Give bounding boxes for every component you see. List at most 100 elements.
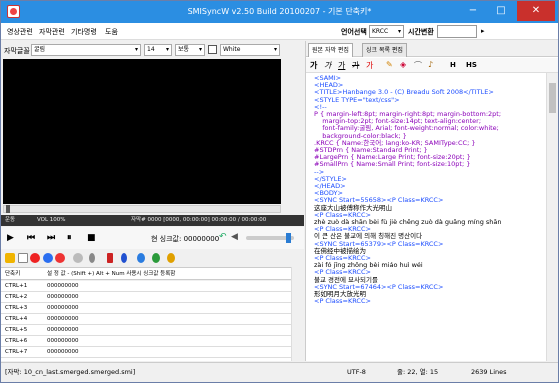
title-bar[interactable]: SMISyncW v2.50 Build 20100207 - 기본 단축키* … [1,1,558,23]
row-value: 000000000 [47,294,79,300]
table-row[interactable]: CTRL+1 000000000 [1,281,291,292]
row-value: 000000000 [47,316,79,322]
stop-icon[interactable]: ■ [87,233,96,243]
menu-subtitle[interactable]: 자막관련 [39,27,65,37]
underline-button[interactable]: 가 [338,60,345,71]
forward-icon[interactable]: ⏭ [47,233,55,243]
color-checkbox[interactable] [208,45,217,54]
checkbox-icon[interactable] [18,253,28,263]
editor-scrollbar[interactable] [546,73,558,361]
tab-source-edit[interactable]: 원본 자막 편집 [308,43,353,57]
table-row[interactable]: CTRL+3 000000000 [1,303,291,314]
editor-scroll-thumb[interactable] [549,83,556,113]
table-row[interactable]: CTRL+7 000000000 [1,347,291,358]
row-value: 000000000 [47,349,79,355]
chevron-down-icon: ▾ [273,46,277,53]
volume-handle[interactable] [286,233,291,243]
diamond-red-icon[interactable] [107,253,113,263]
table-row[interactable]: CTRL+5 000000000 [1,325,291,336]
table-row[interactable]: CTRL+6 000000000 [1,336,291,347]
time-convert-arrow[interactable]: ▸ [481,27,485,35]
down-arrow-icon[interactable] [89,253,95,263]
row-key: CTRL+2 [5,294,28,300]
chevron-down-icon: ▾ [134,46,138,53]
minimize-button[interactable]: − [459,1,487,21]
font-label: 자막글꼴 [4,47,30,55]
video-state-label: 운동 [5,217,16,223]
play-green-icon[interactable] [152,253,160,263]
font-select[interactable]: 굴림 ▾ [31,44,141,56]
column-hotkey[interactable]: 단축키 [5,268,20,280]
app-window: SMISyncW v2.50 Build 20100207 - 기본 단축키* … [0,0,559,383]
hotkey-list-header: 단축키 설 정 값 - (Shift +) Alt + Num 사용시 싱크값 … [1,267,291,280]
list-scrollbar[interactable] [291,267,303,361]
lightning-icon[interactable] [167,253,175,263]
maximize-button[interactable]: □ [487,1,515,21]
tab-sync-list[interactable]: 싱크 목록 편집 [362,43,407,57]
header-small-button[interactable]: HS [466,61,477,69]
video-status-bar: 운동 VOL 100% 자막# 0000 [0000, 00:00:00] 00… [1,215,304,226]
action-toolbar [1,250,304,267]
sync-value-label: 현 싱크값: 00000000 [151,235,220,243]
undo-icon[interactable]: ↶ [219,232,227,242]
gray-circle-icon[interactable] [73,253,83,263]
table-row[interactable]: CTRL+4 000000000 [1,314,291,325]
time-convert-label: 시간변환 [408,28,434,36]
volume-slider[interactable] [246,233,294,243]
font-size-select[interactable]: 14 ▾ [144,44,172,56]
color-button[interactable]: 가 [366,60,373,71]
editor-line: #SmallPrn { Name:Small Print; font-size:… [314,160,471,169]
refresh-icon[interactable] [137,253,145,263]
volume-icon[interactable]: ◀ [231,232,238,242]
status-encoding: UTF-8 [347,368,366,376]
color-select[interactable]: White ▾ [220,44,280,56]
video-area[interactable] [3,59,281,204]
bulb-icon[interactable] [5,253,15,263]
play-icon[interactable]: ▶ [7,233,14,243]
font-value: 굴림 [34,46,46,53]
subtitle-position-readout: 자막# 0000 [0000, 00:00:00] 00:00:00 / 00:… [131,217,267,223]
menu-video[interactable]: 영상관련 [7,27,33,37]
menu-help[interactable]: 도움 [105,27,118,37]
row-key: CTRL+5 [5,327,28,333]
menu-bar: 영상관련 자막관련 기타명령 도움 언어선택 KRCC ▾ 시간변환 ▸ [1,23,558,40]
font-toolbar: 자막글꼴 굴림 ▾ 14 ▾ 보통 ▾ White ▾ [1,41,304,58]
font-style-select[interactable]: 보통 ▾ [175,44,205,56]
status-lines: 2639 Lines [471,368,507,376]
seek-slider[interactable] [3,205,281,213]
row-key: CTRL+7 [5,349,28,355]
brush-icon[interactable]: ⌒ [414,60,422,71]
row-value: 000000000 [47,283,79,289]
pencil-icon[interactable]: ✎ [386,60,393,69]
tool-icon[interactable]: ♪ [428,60,433,69]
italic-button[interactable]: 가 [324,60,331,71]
row-key: CTRL+4 [5,316,28,322]
eraser-icon[interactable]: ◈ [400,60,406,69]
arrow-blue-icon[interactable] [121,253,127,263]
close-button[interactable]: ✕ [517,1,555,21]
header-button[interactable]: H [450,61,456,69]
editor-toolbar: 가 가 가 가 가 ✎ ◈ ⌒ ♪ H HS [306,58,558,73]
stop-red-icon[interactable] [55,253,65,263]
menu-misc[interactable]: 기타명령 [71,27,97,37]
source-editor[interactable]: <SAMI> <HEAD> <TITLE>Hanbange 3.0 - (C) Br… [306,73,546,361]
chevron-down-icon: ▾ [397,28,401,35]
row-key: CTRL+6 [5,338,28,344]
pause-icon[interactable]: ⏸ [67,233,72,243]
circle-blue-icon[interactable] [43,253,53,263]
volume-readout: VOL 100% [37,217,66,223]
time-convert-input[interactable] [437,25,477,38]
column-value[interactable]: 설 정 값 - (Shift +) Alt + Num 사용시 싱크값 등록함 [47,268,175,280]
row-key: CTRL+1 [5,283,28,289]
bold-button[interactable]: 가 [310,60,317,71]
seek-handle[interactable] [6,205,10,213]
language-value: KRCC [372,28,389,35]
table-row[interactable]: CTRL+2 000000000 [1,292,291,303]
row-key: CTRL+3 [5,305,28,311]
record-icon[interactable] [30,253,40,263]
status-position: 줄: 22, 열: 15 [397,368,439,376]
rewind-icon[interactable]: ⏮ [27,233,35,243]
status-bar: [자막: 10_cn_last.smerged.smerged.smi] UTF… [1,362,558,382]
language-select[interactable]: KRCC ▾ [369,25,404,38]
strike-button[interactable]: 가 [352,60,359,71]
